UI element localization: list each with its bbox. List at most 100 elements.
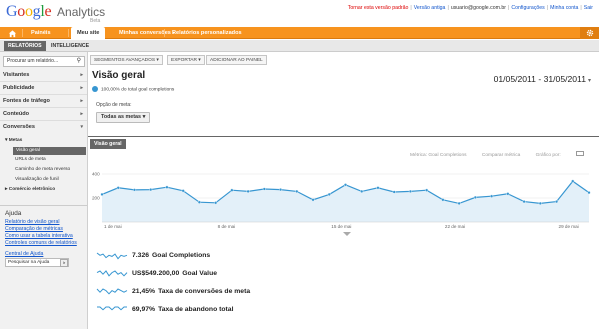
data-point[interactable]	[522, 199, 526, 204]
sidebar-metas[interactable]: ▾ Metas	[5, 138, 22, 143]
data-point[interactable]	[457, 201, 461, 205]
data-point[interactable]	[197, 200, 201, 204]
nav-paineis[interactable]: Painéis	[31, 27, 51, 39]
data-point[interactable]	[165, 185, 169, 189]
sidebar-metas-caminho[interactable]: Caminho de meta reverso	[15, 167, 70, 172]
x-tick-label: 22 de mai	[445, 224, 465, 229]
data-point[interactable]	[425, 188, 429, 192]
settings-link[interactable]: Configurações	[511, 5, 544, 11]
goal-completions-chart: 400 200 1 de mai 8 de mai 15 de mai 22 de mai…	[92, 172, 591, 229]
report-search-input[interactable]: Procurar um relatório... ⚲	[3, 56, 85, 67]
metric-label: Goal Value	[182, 270, 218, 277]
metric-text: 69,97% Taxa de abandono total	[132, 306, 233, 313]
tab-divider	[88, 136, 599, 137]
data-point[interactable]	[132, 188, 137, 192]
sidebar-metas-visao-geral[interactable]: Visão geral	[13, 147, 86, 155]
date-range-picker[interactable]: 01/05/2011 - 31/05/2011 ▾	[494, 74, 591, 84]
tab-relatorios[interactable]: RELATÓRIOS	[4, 41, 46, 51]
x-tick-label: 8 de mai	[218, 224, 236, 229]
tab-visao-geral[interactable]: Visão geral	[90, 139, 126, 149]
data-point[interactable]	[571, 179, 575, 183]
data-point[interactable]	[295, 189, 299, 193]
metric-value: 21,45%	[132, 288, 156, 295]
main-nav: Painéis Meu site Minhas conversões ▾ Rel…	[0, 27, 599, 39]
my-account-link[interactable]: Minha conta	[550, 5, 578, 11]
data-point[interactable]	[376, 186, 380, 190]
data-point[interactable]	[149, 188, 153, 192]
data-point[interactable]	[327, 192, 331, 196]
metric-text: 7.326 Goal Completions	[132, 252, 210, 259]
help-link[interactable]: Relatório de visão geral	[5, 219, 87, 225]
home-icon[interactable]	[8, 27, 17, 39]
user-email: usuario@google.com.br	[450, 5, 506, 11]
data-point[interactable]	[538, 201, 542, 205]
data-point[interactable]	[473, 195, 477, 199]
help-link[interactable]: Controles comuns de relatórios	[5, 240, 87, 246]
add-to-dashboard-button[interactable]: ADICIONAR AO PAINEL	[206, 55, 267, 65]
help-link[interactable]: Como usar a tabela interativa	[5, 233, 87, 239]
help-center-link[interactable]: Central de Ajuda	[5, 251, 87, 257]
help-panel: Ajuda Relatório de visão geral Comparaçã…	[0, 205, 87, 267]
nav-meu-site[interactable]: Meu site	[71, 27, 106, 39]
data-point[interactable]	[554, 199, 559, 204]
chevron-down-icon: ▾	[80, 124, 83, 130]
goal-select[interactable]: Todas as metas ▾	[96, 112, 151, 123]
chevron-right-icon: ▸	[80, 72, 83, 78]
top-links: Tornar esta versão padrão | Versão antiga |…	[347, 5, 593, 11]
chart-type-icon[interactable]	[576, 151, 585, 156]
advanced-segments-button[interactable]: SEGMENTOS AVANÇADOS ▾	[90, 55, 163, 65]
gear-icon[interactable]	[580, 27, 599, 39]
data-point[interactable]	[408, 189, 413, 193]
series-area	[102, 181, 589, 222]
data-point[interactable]	[506, 192, 510, 196]
nav-relatorios-personalizados[interactable]: Relatórios personalizados	[172, 27, 242, 39]
data-point[interactable]	[490, 194, 494, 198]
date-range-text: 01/05/2011 - 31/05/2011	[493, 74, 586, 84]
advanced-segments-label: SEGMENTOS AVANÇADOS	[94, 58, 156, 63]
sidebar-metas-urls[interactable]: URLs de meta	[15, 157, 46, 162]
search-icon[interactable]: ⚲	[77, 57, 81, 66]
chevron-down-icon: ▾	[142, 114, 146, 120]
sidebar-item-fontes[interactable]: Fontes de tráfego ▸	[0, 95, 87, 108]
metric-label: Taxa de abandono total	[158, 306, 234, 313]
sidebar-label: Conteúdo	[3, 111, 30, 117]
data-point[interactable]	[246, 189, 250, 193]
export-button[interactable]: EXPORTAR ▾	[167, 55, 205, 65]
sidebar-item-publicidade[interactable]: Publicidade ▸	[0, 82, 87, 95]
tab-intelligence[interactable]: INTELLIGENCE	[47, 41, 93, 51]
data-point[interactable]	[392, 190, 396, 194]
make-default-link[interactable]: Tornar esta versão padrão	[348, 5, 409, 11]
x-tick-label: 29 de mai	[559, 224, 579, 229]
data-point[interactable]	[181, 189, 185, 193]
old-version-link[interactable]: Versão antiga	[414, 5, 446, 11]
data-point[interactable]	[262, 187, 266, 191]
data-point[interactable]	[214, 201, 218, 205]
chart-resize-handle[interactable]	[340, 232, 354, 236]
sidebar-item-conteudo[interactable]: Conteúdo ▸	[0, 108, 87, 121]
help-link[interactable]: Comparação de métricas	[5, 226, 87, 232]
sidebar-label: Publicidade	[3, 85, 35, 91]
goal-select-value: Todas as metas	[101, 114, 142, 120]
data-point[interactable]	[587, 190, 591, 195]
data-point[interactable]	[278, 188, 283, 192]
goal-option-label: Opção de meta:	[96, 102, 132, 108]
data-point[interactable]	[311, 198, 315, 202]
data-point[interactable]	[360, 189, 364, 193]
help-title: Ajuda	[5, 210, 22, 217]
help-search-button[interactable]: Ir	[60, 259, 68, 267]
sparkline-line	[97, 306, 127, 311]
sparkline-line	[96, 270, 128, 277]
metric-label: Goal Completions	[152, 252, 211, 259]
logout-link[interactable]: Sair	[584, 5, 593, 11]
nav-minhas-conversoes[interactable]: Minhas conversões ▾	[119, 27, 175, 39]
data-point[interactable]	[343, 183, 348, 187]
sidebar-metas-funil[interactable]: Visualização de funil	[15, 177, 59, 182]
sidebar-item-conversoes[interactable]: Conversões ▾	[0, 121, 87, 134]
sidebar-item-visitantes[interactable]: Visitantes ▸	[0, 69, 87, 82]
data-point[interactable]	[116, 186, 120, 190]
data-point[interactable]	[100, 192, 104, 196]
sidebar-label: Fontes de tráfego	[3, 98, 50, 104]
data-point[interactable]	[230, 188, 234, 192]
data-point[interactable]	[441, 198, 445, 202]
sidebar-ecommerce[interactable]: ▸ Comércio eletrônico	[5, 187, 55, 192]
